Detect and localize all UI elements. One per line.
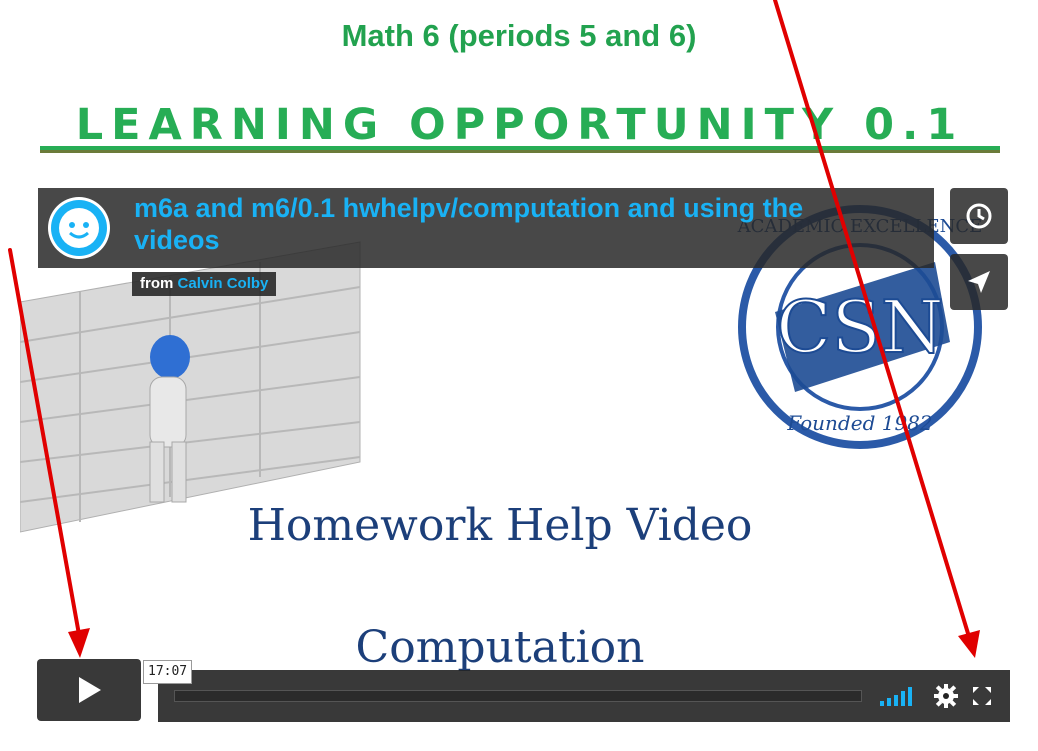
video-player[interactable]: CSN Founded 1982 ACADEMIC EXCELLENCE Hom… xyxy=(20,172,1018,743)
share-button[interactable] xyxy=(950,254,1008,310)
author-avatar[interactable] xyxy=(48,197,110,259)
divider-rule xyxy=(40,150,1000,153)
author-link[interactable]: Calvin Colby xyxy=(178,275,269,292)
play-icon xyxy=(79,677,101,703)
learning-opportunity-heading[interactable]: LEARNING OPPORTUNITY 0.1 xyxy=(40,100,1000,150)
paper-plane-icon xyxy=(968,271,990,293)
svg-text:CSN: CSN xyxy=(776,285,943,369)
play-button[interactable] xyxy=(37,659,141,721)
smiley-avatar-icon xyxy=(51,200,107,256)
video-title-link[interactable]: m6a and m6/0.1 hwhelpv/computation and u… xyxy=(134,192,894,256)
duration-tooltip: 17:07 xyxy=(143,660,193,684)
watch-later-button[interactable] xyxy=(950,188,1008,244)
progress-bar[interactable] xyxy=(174,690,862,702)
video-title-bar: m6a and m6/0.1 hwhelpv/computation and u… xyxy=(38,188,934,268)
clock-icon xyxy=(966,203,992,229)
byline: from Calvin Colby xyxy=(132,272,277,296)
gear-icon[interactable] xyxy=(934,684,958,708)
course-title: Math 6 (periods 5 and 6) xyxy=(341,18,697,53)
svg-text:Founded 1982: Founded 1982 xyxy=(786,411,932,435)
control-bar xyxy=(158,670,1010,722)
volume-bars-icon[interactable] xyxy=(880,686,916,706)
fullscreen-icon[interactable] xyxy=(972,686,992,706)
byline-prefix: from xyxy=(140,275,174,292)
slide-text-line1: Homework Help Video xyxy=(247,500,753,551)
